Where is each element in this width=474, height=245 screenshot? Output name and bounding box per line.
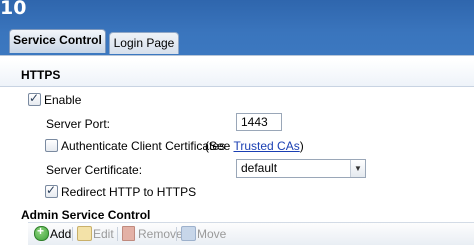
https-section-title: HTTPS [21, 68, 61, 82]
https-section-header [0, 60, 474, 87]
server-certificate-label: Server Certificate: [46, 163, 143, 177]
move-arrows-icon [181, 226, 196, 241]
server-port-label: Server Port: [46, 117, 111, 131]
add-button[interactable]: Add [50, 225, 71, 243]
window-number: 10 [0, 0, 27, 19]
auth-client-certs-checkbox[interactable] [45, 139, 58, 152]
chevron-down-icon[interactable]: ▼ [350, 160, 365, 177]
server-certificate-select[interactable]: default ▼ [236, 159, 366, 178]
trusted-cas-link[interactable]: Trusted CAs [233, 139, 299, 153]
redirect-label: Redirect HTTP to HTTPS [61, 185, 197, 199]
toolbar-divider [72, 227, 73, 241]
trusted-cas-hint: (See Trusted CAs) [205, 139, 304, 153]
see-suffix: ) [299, 139, 304, 153]
checkmark-icon: ✓ [46, 183, 57, 197]
tab-service-control[interactable]: Service Control [9, 29, 106, 53]
move-button[interactable]: Move [197, 225, 226, 243]
auth-client-certs-label: Authenticate Client Certificates [61, 139, 226, 153]
pencil-icon [77, 226, 92, 241]
see-prefix: (See [205, 139, 234, 153]
checkmark-icon: ✓ [29, 91, 40, 105]
plus-circle-icon: + [34, 224, 49, 241]
admin-toolbar: + Add Edit Remove Move [28, 222, 474, 245]
tab-login-page[interactable]: Login Page [109, 32, 179, 54]
admin-service-control-title: Admin Service Control [21, 208, 151, 222]
server-certificate-value: default [241, 161, 278, 175]
enable-checkbox[interactable]: ✓ [28, 91, 41, 106]
edit-button[interactable]: Edit [93, 225, 114, 243]
enable-label: Enable [44, 93, 82, 107]
toolbar-divider [176, 227, 177, 241]
trash-icon [122, 226, 135, 241]
redirect-checkbox[interactable]: ✓ [45, 183, 58, 198]
toolbar-divider [117, 227, 118, 241]
server-port-input[interactable]: 1443 [236, 113, 282, 131]
